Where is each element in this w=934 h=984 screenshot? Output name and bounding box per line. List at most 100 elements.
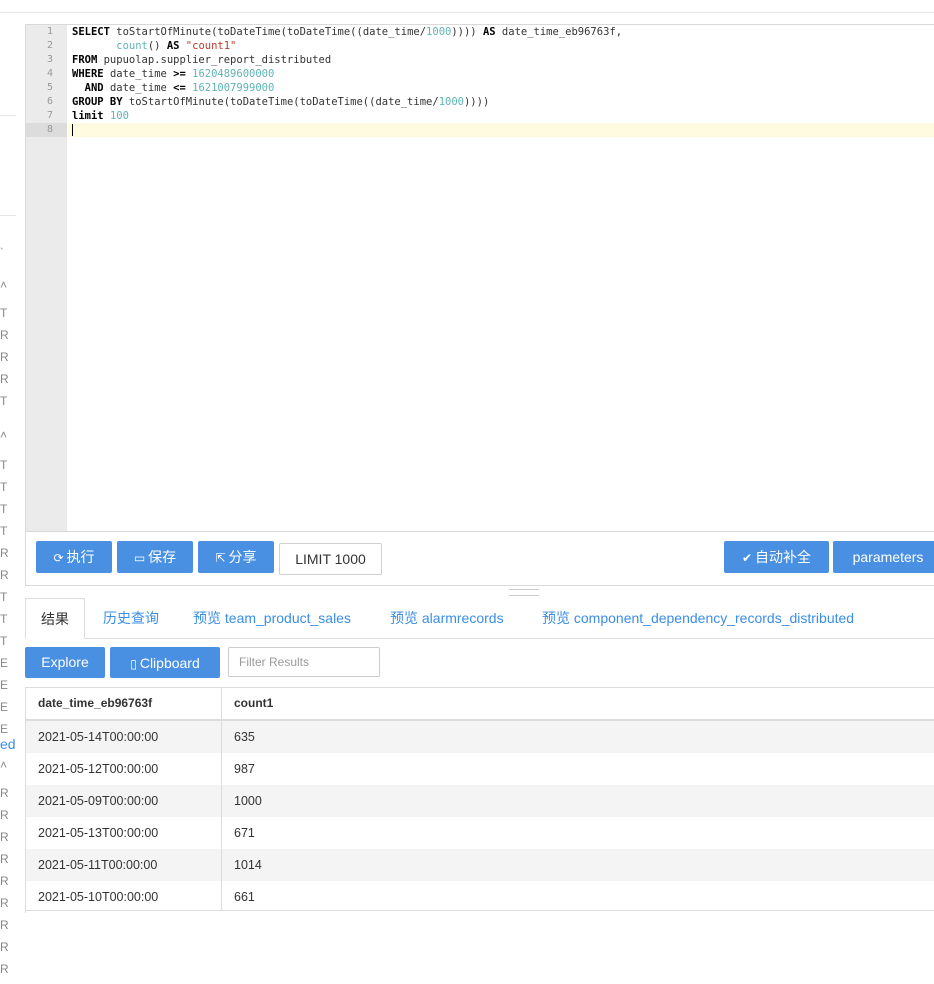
code-token: AS [482, 26, 502, 38]
sidebar-item-fragment[interactable]: R [0, 350, 9, 364]
sql-editor[interactable]: 1 2 3 4 5 6 7 8 SELECT toStartOfMinute(toDateTi… [25, 24, 934, 532]
refresh-icon: ⟳ [53, 551, 64, 565]
sidebar-item-fragment[interactable]: R [0, 940, 9, 954]
sidebar-item-fragment[interactable]: R [0, 896, 9, 910]
code-token: SELECT [72, 26, 117, 38]
cell-date-time: 2021-05-10T00:00:00 [38, 890, 159, 904]
share-button[interactable]: ⇱ 分享 [198, 541, 274, 573]
sidebar-item-fragment[interactable]: E [0, 700, 8, 714]
code-line: WHERE date_time >= 1620489600000 [72, 67, 274, 81]
sidebar-item-fragment[interactable]: E [0, 722, 8, 736]
sidebar-item-fragment[interactable]: R [0, 962, 9, 976]
share-icon: ⇱ [215, 551, 226, 565]
table-row[interactable]: 2021-05-11T00:00:00 1014 [26, 849, 934, 881]
code-token: AND [72, 82, 110, 94]
sidebar-item-fragment[interactable]: E [0, 656, 8, 670]
code-token: WHERE [72, 68, 110, 80]
sidebar-item-fragment[interactable]: T [0, 524, 7, 538]
table-row[interactable]: 2021-05-10T00:00:00 661 [26, 881, 934, 913]
clipboard-icon: ▯ [130, 657, 137, 671]
sidebar-item-fragment[interactable]: T [0, 306, 7, 320]
resize-handle[interactable] [509, 589, 539, 596]
column-header-date-time[interactable]: date_time_eb96763f [38, 688, 152, 719]
sidebar-item-fragment[interactable]: R [0, 830, 9, 844]
save-button[interactable]: ▭ 保存 [117, 541, 193, 573]
code-token: <= [173, 82, 193, 94]
sidebar-item-fragment[interactable]: T [0, 480, 7, 494]
sidebar-item-fragment[interactable]: R [0, 808, 9, 822]
run-button[interactable]: ⟳ 执行 [36, 541, 112, 573]
code-token: 1000 [426, 26, 452, 38]
sidebar-item-fragment[interactable]: R [0, 372, 9, 386]
code-token: >= [173, 68, 193, 80]
code-token: 1621007999000 [192, 82, 275, 94]
sidebar-item-fragment[interactable]: R [0, 786, 9, 800]
autocomplete-label: 自动补全 [755, 549, 812, 565]
clipboard-label: Clipboard [139, 655, 200, 671]
sidebar-item-fragment[interactable]: R [0, 852, 9, 866]
sidebar-item-fragment[interactable]: R [0, 546, 9, 560]
column-header-count1[interactable]: count1 [234, 688, 273, 719]
column-divider [221, 688, 222, 911]
tab-preview-component-dependency[interactable]: 预览 component_dependency_records_distribu… [542, 598, 854, 638]
sidebar-item-fragment[interactable]: T [0, 612, 7, 626]
schema-sidebar-partial[interactable]: ˎ ˄ T R R R T ˄ T T T T R R T T T E E E Eed ˄ R R R R R R R R R [0, 0, 16, 984]
filter-results-input[interactable]: Filter Results [228, 647, 380, 677]
share-label: 分享 [228, 549, 257, 565]
tab-history[interactable]: 历史查询 [103, 598, 159, 638]
code-line: FROM pupuolap.supplier_report_distribute… [72, 53, 331, 67]
save-icon: ▭ [133, 551, 146, 565]
cell-date-time: 2021-05-14T00:00:00 [38, 730, 159, 744]
results-table: date_time_eb96763f count1 2021-05-14T00:… [25, 687, 934, 913]
code-token: 1620489600000 [192, 68, 275, 80]
limit-button[interactable]: LIMIT 1000 [279, 543, 382, 575]
code-token: 100 [109, 110, 129, 122]
sql-code[interactable]: SELECT toStartOfMinute(toDateTime(toDate… [72, 25, 622, 136]
text-cursor [72, 124, 73, 136]
sidebar-selected-table-fragment[interactable]: ed [0, 736, 16, 752]
sidebar-item-fragment[interactable]: T [0, 502, 7, 516]
code-token: AS [166, 40, 186, 52]
sidebar-divider [0, 115, 16, 116]
line-number: 7 [46, 110, 53, 121]
cell-count1: 987 [234, 762, 255, 776]
cell-date-time: 2021-05-11T00:00:00 [38, 858, 158, 872]
table-row[interactable]: 2021-05-14T00:00:00 635 [26, 721, 934, 753]
code-token: date_time [375, 96, 433, 108]
code-token: date_time [109, 82, 174, 94]
line-number: 3 [46, 54, 53, 65]
sidebar-item-fragment[interactable]: R [0, 328, 9, 342]
table-header: date_time_eb96763f count1 [26, 688, 934, 721]
parameters-button[interactable]: parameters 1 [833, 541, 934, 573]
line-number: 2 [46, 40, 53, 51]
sidebar-item-fragment[interactable]: T [0, 634, 7, 648]
sidebar-item-fragment[interactable]: ˄ [0, 278, 7, 292]
sidebar-item-fragment[interactable]: ˄ [0, 758, 7, 772]
tab-preview-alarmrecords[interactable]: 预览 alarmrecords [390, 598, 504, 638]
table-row[interactable]: 2021-05-13T00:00:00 671 [26, 817, 934, 849]
tab-preview-team-product-sales[interactable]: 预览 team_product_sales [193, 598, 351, 638]
tab-results[interactable]: 结果 [25, 598, 85, 639]
code-line: GROUP BY toStartOfMinute(toDateTime(toDa… [72, 95, 489, 109]
table-row[interactable]: 2021-05-12T00:00:00 987 [26, 753, 934, 785]
code-token: toStartOfMinute(toDateTime(toDateTime(( [116, 26, 363, 38]
code-token: 1000 [438, 96, 464, 108]
table-bottom-border [26, 910, 934, 911]
sidebar-item-fragment[interactable]: ˄ [0, 428, 7, 442]
sidebar-item-fragment[interactable]: T [0, 458, 7, 472]
sidebar-item-fragment[interactable]: R [0, 874, 9, 888]
autocomplete-button[interactable]: ✔ 自动补全 [724, 541, 829, 573]
clipboard-button[interactable]: ▯ Clipboard [110, 647, 220, 678]
sidebar-divider [0, 215, 16, 216]
sidebar-item-fragment[interactable]: T [0, 590, 7, 604]
sidebar-item-fragment[interactable]: E [0, 678, 8, 692]
sidebar-item-fragment[interactable]: ˎ [0, 236, 4, 250]
sidebar-item-fragment[interactable]: R [0, 918, 9, 932]
check-icon: ✔ [741, 551, 753, 565]
explore-button[interactable]: Explore [25, 647, 105, 678]
sidebar-item-fragment[interactable]: T [0, 394, 7, 408]
table-row[interactable]: 2021-05-09T00:00:00 1000 [26, 785, 934, 817]
sidebar-item-fragment[interactable]: R [0, 568, 9, 582]
code-token: "count1" [185, 40, 237, 52]
cell-date-time: 2021-05-13T00:00:00 [38, 826, 159, 840]
